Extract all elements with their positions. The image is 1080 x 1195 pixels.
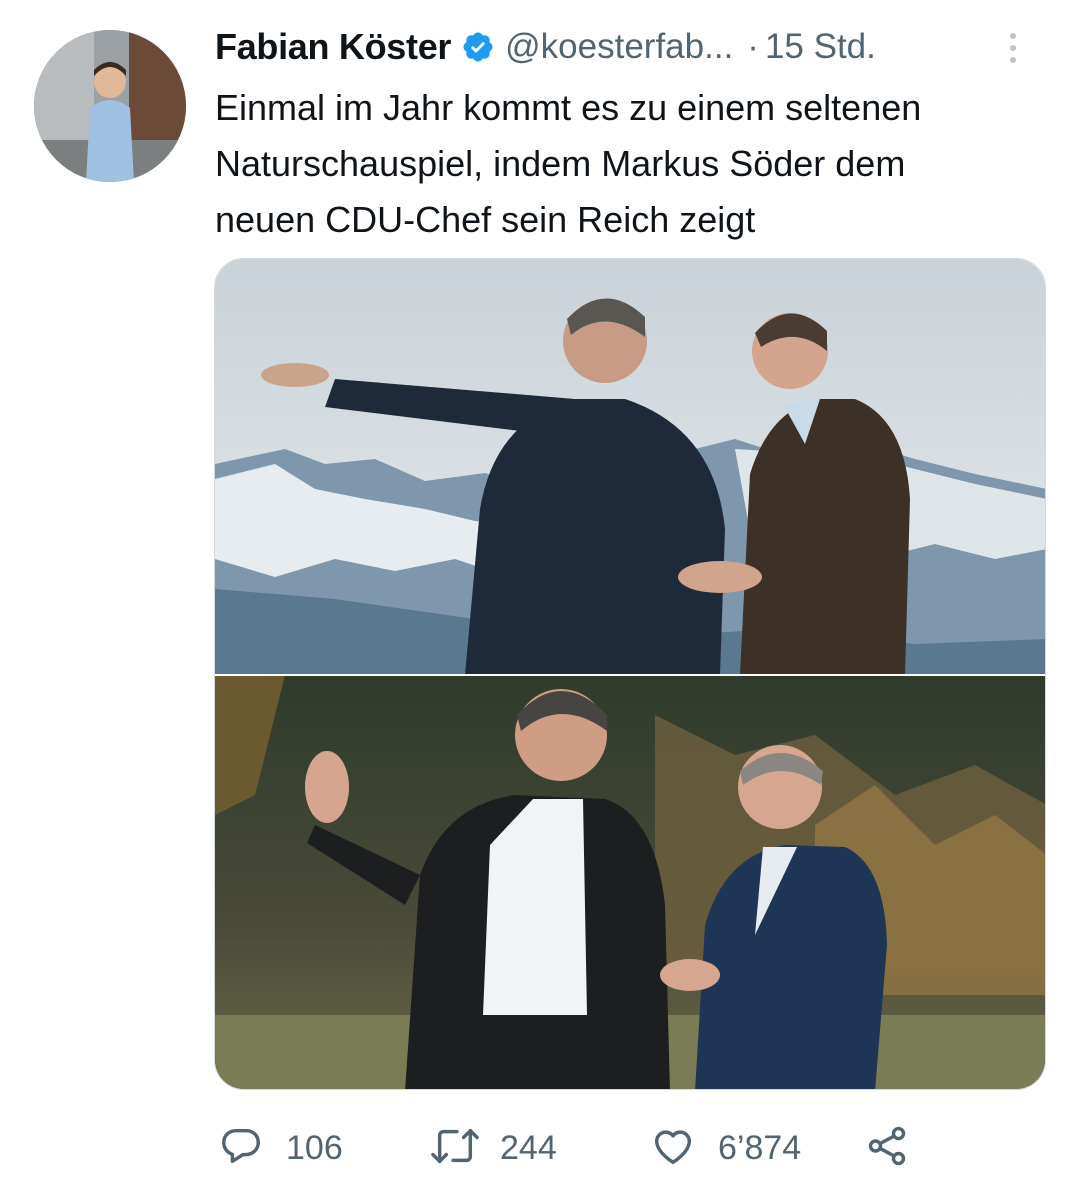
- avatar-photo: [34, 30, 186, 182]
- share-icon: [864, 1123, 910, 1174]
- like-count: 6’874: [718, 1128, 802, 1167]
- reply-count: 106: [286, 1128, 343, 1167]
- retweet-button[interactable]: 244: [428, 1118, 557, 1178]
- retweet-icon: [428, 1123, 482, 1174]
- like-button[interactable]: 6’874: [650, 1118, 801, 1178]
- verified-badge-icon: [461, 30, 495, 64]
- tweet-actions: 106 244 6’874: [218, 1118, 958, 1178]
- share-button[interactable]: [864, 1118, 910, 1178]
- timestamp[interactable]: 15 Std.: [765, 27, 876, 67]
- mountain-photo: [215, 259, 1045, 675]
- forest-photo: [215, 675, 1045, 1089]
- tweet-header: Fabian Köster @koesterfab... · 15 Std.: [215, 24, 1040, 70]
- separator-dot: ·: [747, 27, 759, 66]
- tweet-text: Einmal im Jahr kommt es zu einem seltene…: [215, 87, 922, 240]
- reply-icon: [218, 1123, 264, 1174]
- author-display-name[interactable]: Fabian Köster: [215, 26, 451, 68]
- tweet-media[interactable]: [214, 258, 1046, 1090]
- retweet-count: 244: [500, 1128, 557, 1167]
- heart-icon: [650, 1123, 696, 1174]
- avatar[interactable]: [34, 30, 186, 182]
- reply-button[interactable]: 106: [218, 1118, 343, 1178]
- more-vertical-icon[interactable]: [998, 28, 1028, 68]
- author-handle[interactable]: @koesterfab...: [505, 27, 733, 67]
